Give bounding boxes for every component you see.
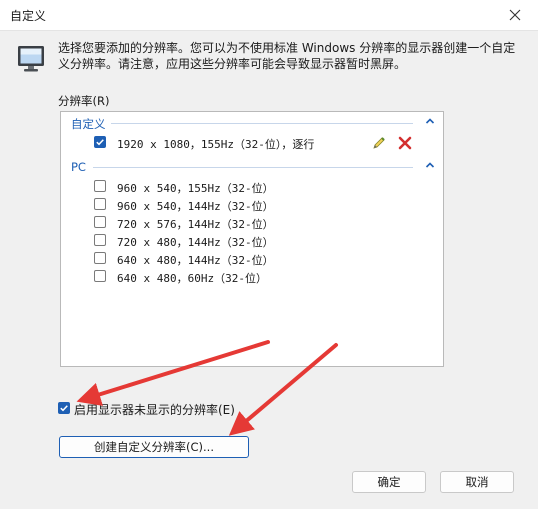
- item-checkbox[interactable]: [94, 270, 106, 282]
- chevron-up-icon[interactable]: [424, 159, 436, 171]
- list-item[interactable]: 640 x 480，144Hz（32-位）: [61, 250, 443, 268]
- pencil-icon[interactable]: [371, 135, 387, 151]
- group-name: PC: [71, 160, 86, 174]
- enable-unexposed-checkbox[interactable]: [58, 402, 70, 414]
- group-name: 自定义: [71, 117, 106, 131]
- list-item[interactable]: 720 x 480，144Hz（32-位）: [61, 232, 443, 250]
- resolution-label: 640 x 480，144Hz（32-位）: [117, 254, 274, 267]
- ok-button[interactable]: 确定: [352, 471, 426, 493]
- resolution-list[interactable]: 自定义 1920 x 1080，155Hz（32-位），逐行 PC 960 x …: [60, 111, 444, 367]
- resolution-label: 960 x 540，155Hz（32-位）: [117, 182, 274, 195]
- title-bar: 自定义: [0, 0, 538, 31]
- window-title: 自定义: [10, 9, 47, 23]
- list-item[interactable]: 960 x 540，144Hz（32-位）: [61, 196, 443, 214]
- resolution-label: 1920 x 1080，155Hz（32-位），逐行: [117, 138, 315, 151]
- resolution-label: 960 x 540，144Hz（32-位）: [117, 200, 274, 213]
- checkmark-icon: [96, 139, 104, 146]
- group-divider: [93, 167, 413, 168]
- list-item[interactable]: 720 x 576，144Hz（32-位）: [61, 214, 443, 232]
- delete-icon[interactable]: [397, 135, 413, 151]
- group-header-custom: 自定义: [61, 114, 443, 132]
- checkmark-icon: [60, 405, 68, 412]
- chevron-up-icon[interactable]: [424, 115, 436, 127]
- create-custom-resolution-button[interactable]: 创建自定义分辨率(C)...: [59, 436, 249, 458]
- resolution-list-label: 分辨率(R): [58, 94, 110, 108]
- item-checkbox[interactable]: [94, 216, 106, 228]
- item-checkbox[interactable]: [94, 180, 106, 192]
- resolution-label: 640 x 480，60Hz（32-位）: [117, 272, 267, 285]
- item-checkbox[interactable]: [94, 136, 106, 148]
- list-item[interactable]: 1920 x 1080，155Hz（32-位），逐行: [61, 134, 443, 152]
- group-divider: [111, 123, 413, 124]
- group-header-pc: PC: [61, 158, 443, 176]
- list-item[interactable]: 640 x 480，60Hz（32-位）: [61, 268, 443, 286]
- list-item[interactable]: 960 x 540，155Hz（32-位）: [61, 178, 443, 196]
- close-icon: [509, 9, 521, 21]
- instruction-text: 选择您要添加的分辨率。您可以为不使用标准 Windows 分辨率的显示器创建一个…: [58, 41, 516, 71]
- cancel-button[interactable]: 取消: [440, 471, 514, 493]
- item-checkbox[interactable]: [94, 252, 106, 264]
- close-button[interactable]: [492, 0, 538, 30]
- item-checkbox[interactable]: [94, 234, 106, 246]
- resolution-label: 720 x 576，144Hz（32-位）: [117, 218, 274, 231]
- enable-unexposed-label: 启用显示器未显示的分辨率(E): [74, 403, 235, 417]
- monitor-icon: [18, 46, 44, 72]
- resolution-label: 720 x 480，144Hz（32-位）: [117, 236, 274, 249]
- item-checkbox[interactable]: [94, 198, 106, 210]
